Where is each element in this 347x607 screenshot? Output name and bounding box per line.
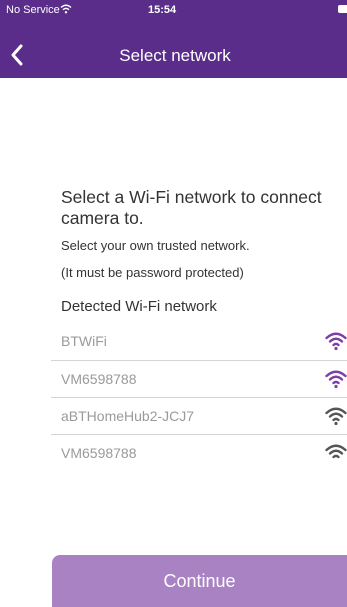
detected-networks-label: Detected Wi-Fi network xyxy=(61,298,217,315)
instruction-heading: Select a Wi-Fi network to connect camera… xyxy=(61,187,322,228)
instruction-text: Select your own trusted network. xyxy=(61,238,250,253)
header-bar: No Service 15:54 Select network xyxy=(0,0,347,78)
carrier-label: No Service xyxy=(6,4,60,16)
wifi-icon xyxy=(325,407,347,426)
network-name: BTWiFi xyxy=(61,333,107,349)
network-item[interactable]: BTWiFi xyxy=(51,323,347,360)
wifi-status-icon xyxy=(60,4,72,14)
password-note: (It must be password protected) xyxy=(61,265,244,280)
status-time: 15:54 xyxy=(148,4,177,16)
chevron-left-icon xyxy=(11,44,23,66)
wifi-icon xyxy=(325,332,347,351)
network-name: aBTHomeHub2-JCJ7 xyxy=(61,408,195,424)
page-title: Select network xyxy=(119,46,231,65)
continue-button[interactable]: Continue xyxy=(52,555,347,607)
network-name: VM6598788 xyxy=(61,445,137,461)
network-item[interactable]: aBTHomeHub2-JCJ7 xyxy=(51,397,347,434)
wifi-icon xyxy=(325,444,347,459)
network-name: VM6598788 xyxy=(61,371,137,387)
battery-icon xyxy=(338,5,347,13)
status-bar: No Service 15:54 xyxy=(0,0,347,20)
wifi-icon xyxy=(325,370,347,389)
network-item[interactable]: VM6598788 xyxy=(51,360,347,397)
network-item[interactable]: VM6598788 xyxy=(51,434,347,471)
network-list: BTWiFi VM6598788 aBTHomeHub2-JCJ7 VM6598… xyxy=(51,323,347,471)
back-button[interactable] xyxy=(6,42,28,68)
